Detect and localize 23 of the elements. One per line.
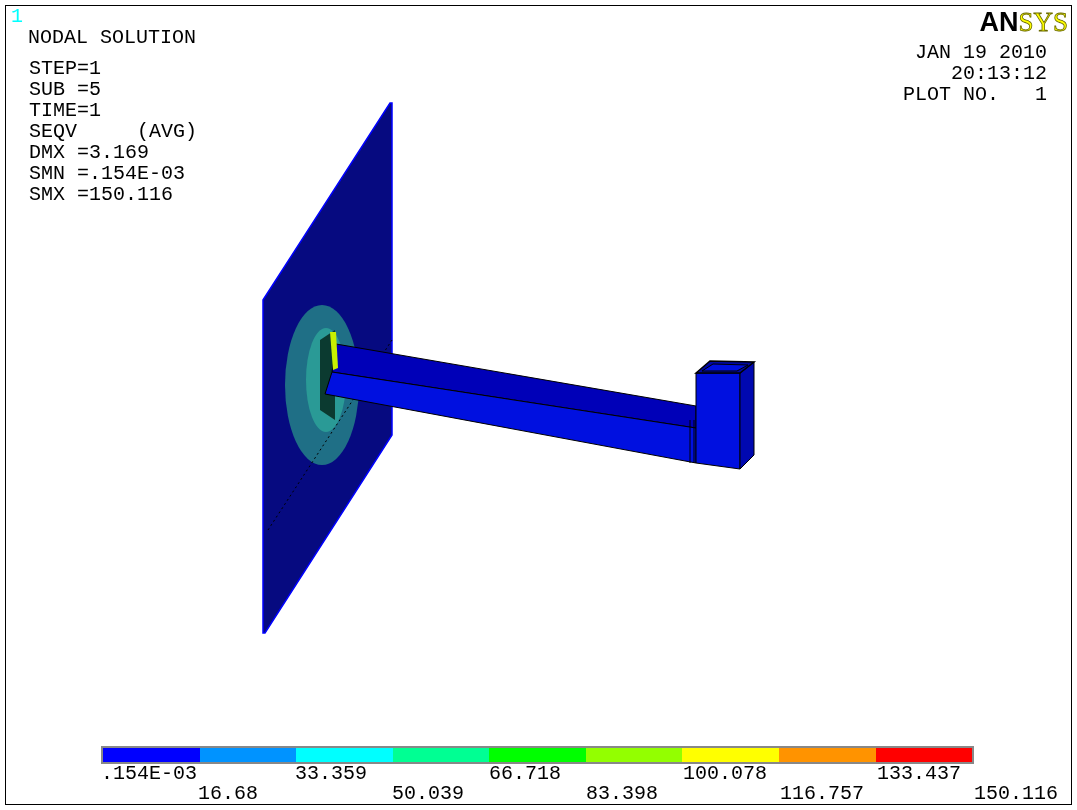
plot-stamp-line: 20:13:12 <box>951 63 1047 84</box>
solution-info-line: STEP=1 <box>29 58 102 79</box>
legend-value-label: 133.437 <box>877 764 961 784</box>
legend-value-label: 33.359 <box>295 764 367 784</box>
solution-info-line: TIME=1 <box>29 100 102 121</box>
plot-stamp-line: PLOT NO. 1 <box>902 84 1047 105</box>
legend-value-label: 16.68 <box>198 784 258 804</box>
solution-info-line: SEQV (AVG) <box>29 121 198 142</box>
legend-value-label: 100.078 <box>683 764 767 784</box>
legend-value-label: 83.398 <box>586 784 658 804</box>
legend-value-label: 150.116 <box>974 784 1058 804</box>
legend-value-label: 50.039 <box>392 784 464 804</box>
legend-value-label: 116.757 <box>780 784 864 804</box>
plot-title: NODAL SOLUTION <box>27 27 198 48</box>
legend-value-label: 66.718 <box>489 764 561 784</box>
plot-stamp-line: JAN 19 2010 <box>914 42 1047 63</box>
ansys-logo: ANSYS <box>979 8 1068 36</box>
window-number: 1 <box>11 6 24 27</box>
solution-info-line: SMX =150.116 <box>29 184 175 205</box>
solution-info-line: SMN =.154E-03 <box>29 163 187 184</box>
solution-info-line: DMX =3.169 <box>29 142 151 163</box>
legend-value-label: .154E-03 <box>101 764 197 784</box>
solution-info-line: SUB =5 <box>29 79 102 100</box>
